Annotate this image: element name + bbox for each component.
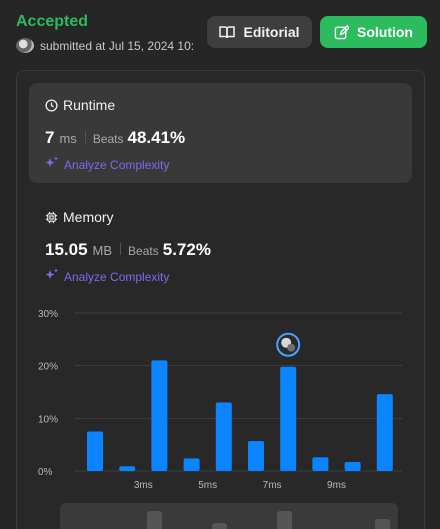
runtime-metric: 7 ms Beats 48.41% — [45, 128, 185, 148]
sparkle-icon — [45, 268, 59, 285]
book-icon — [219, 25, 236, 39]
distribution-bar[interactable] — [87, 431, 103, 472]
distribution-bar[interactable] — [119, 466, 136, 471]
solution-button[interactable]: Solution — [320, 16, 427, 48]
distribution-bar[interactable] — [248, 440, 264, 471]
distribution-bar[interactable] — [151, 360, 168, 471]
x-tick-label: 9ms — [327, 480, 346, 491]
runtime-beats-label: Beats — [92, 132, 124, 146]
user-avatar-marker[interactable] — [276, 332, 301, 357]
y-tick-label: 30% — [38, 309, 58, 320]
divider — [84, 131, 86, 143]
x-tick-label: 5ms — [198, 480, 217, 491]
edit-icon — [334, 24, 349, 40]
runtime-title: Runtime — [45, 97, 115, 113]
y-tick-label: 20% — [38, 362, 58, 373]
chip-icon — [45, 211, 58, 224]
submitted-info: submitted at Jul 15, 2024 10: — [16, 38, 194, 53]
avatar[interactable] — [16, 38, 34, 53]
submitted-text: submitted at Jul 15, 2024 10: — [40, 38, 194, 53]
distribution-bar[interactable] — [215, 402, 232, 471]
memory-distribution-chart[interactable]: 30% 20% 10% 0% 3ms 5ms 7ms 9ms — [30, 300, 410, 495]
scroller-bar — [277, 511, 292, 529]
distribution-bar[interactable] — [344, 462, 361, 471]
memory-analyze-complexity[interactable]: Analyze Complexity — [45, 268, 169, 285]
y-tick-label: 0% — [38, 467, 53, 478]
scroller-bar — [212, 523, 227, 529]
runtime-beats-value: 48.41% — [127, 128, 186, 147]
distribution-bar[interactable] — [312, 457, 329, 471]
distribution-bar[interactable] — [183, 458, 200, 471]
scroller-bar — [375, 519, 390, 529]
memory-beats-label: Beats — [128, 244, 159, 258]
distribution-bar[interactable] — [376, 394, 393, 471]
memory-metric: 15.05 MB Beats 5.72% — [45, 240, 211, 260]
solution-label: Solution — [357, 24, 413, 40]
scroller-bar — [147, 511, 162, 529]
runtime-unit: ms — [59, 131, 77, 146]
clock-icon — [45, 98, 58, 112]
x-tick-label: 3ms — [134, 480, 153, 491]
x-tick-label: 7ms — [263, 480, 282, 491]
editorial-button[interactable]: Editorial — [207, 16, 312, 48]
distribution-bar[interactable] — [280, 366, 297, 471]
range-scroller[interactable] — [60, 503, 398, 529]
runtime-analyze-complexity[interactable]: Analyze Complexity — [45, 156, 169, 173]
y-tick-label: 10% — [38, 414, 58, 425]
divider — [120, 243, 122, 255]
memory-beats-value: 5.72% — [162, 240, 211, 259]
submission-status: Accepted — [16, 13, 89, 30]
memory-value: 15.05 — [45, 240, 88, 259]
sparkle-icon — [45, 156, 59, 173]
editorial-label: Editorial — [243, 24, 300, 40]
runtime-value: 7 — [45, 128, 55, 147]
memory-title: Memory — [45, 209, 114, 225]
memory-unit: MB — [92, 243, 113, 258]
